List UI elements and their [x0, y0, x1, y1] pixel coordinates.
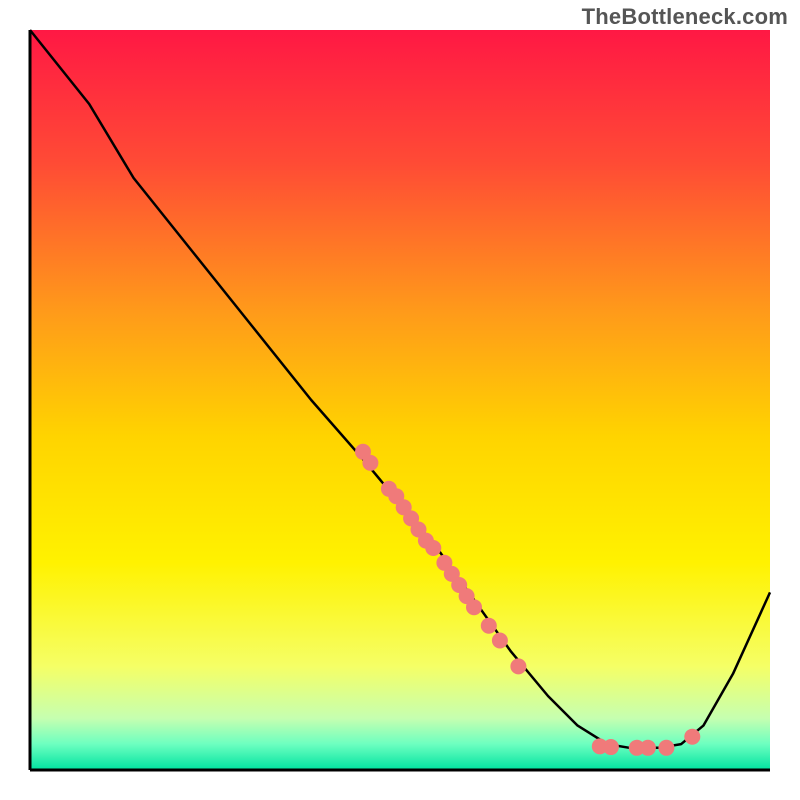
data-point — [362, 455, 378, 471]
watermark: TheBottleneck.com — [582, 4, 788, 30]
data-point — [481, 618, 497, 634]
data-point — [603, 739, 619, 755]
chart-container: TheBottleneck.com — [0, 0, 800, 800]
data-point — [466, 599, 482, 615]
data-point — [425, 540, 441, 556]
data-point — [510, 658, 526, 674]
data-point — [640, 740, 656, 756]
data-point — [658, 740, 674, 756]
data-point — [492, 633, 508, 649]
plot-background — [30, 30, 770, 770]
bottleneck-chart — [0, 0, 800, 800]
data-point — [684, 729, 700, 745]
